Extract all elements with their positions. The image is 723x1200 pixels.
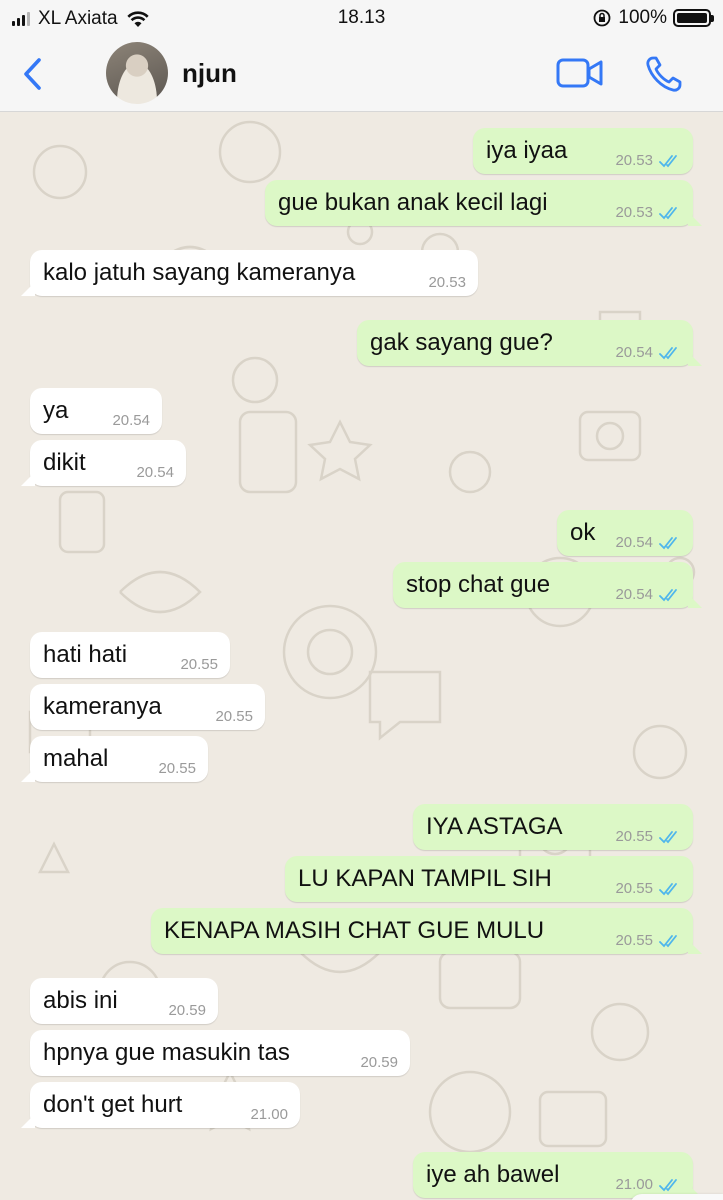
- message-time: 20.55: [158, 760, 196, 777]
- back-button[interactable]: [18, 54, 48, 94]
- message-time: 20.54: [112, 412, 150, 429]
- message-text: dikit: [43, 449, 86, 476]
- outgoing-message[interactable]: gak sayang gue? 20.54: [357, 320, 702, 366]
- message-text: ok: [570, 519, 596, 546]
- contact-name[interactable]: njun: [182, 58, 237, 89]
- outgoing-message[interactable]: IYA ASTAGA 20.55: [413, 804, 693, 850]
- battery-percent: 100%: [618, 7, 667, 28]
- read-ticks-icon: [659, 207, 677, 220]
- message-text: abis ini: [43, 987, 118, 1014]
- outgoing-message[interactable]: gue bukan anak kecil lagi 20.53: [265, 180, 702, 226]
- message-time: 20.54: [136, 464, 174, 481]
- incoming-message[interactable]: hati hati 20.55: [30, 632, 230, 678]
- message-time: 20.53: [615, 204, 653, 221]
- outgoing-message[interactable]: ok 20.54: [557, 510, 693, 556]
- status-right: 100%: [592, 7, 714, 29]
- incoming-message[interactable]: dikit 20.54: [21, 440, 186, 486]
- outgoing-message[interactable]: LU KAPAN TAMPIL SIH 20.55: [285, 856, 693, 902]
- read-ticks-icon: [659, 831, 677, 844]
- read-ticks-icon: [659, 935, 677, 948]
- message-text: iye ah bawel: [426, 1161, 560, 1188]
- outgoing-message[interactable]: iya iyaa 20.53: [473, 128, 693, 174]
- message-text: LU KAPAN TAMPIL SIH: [298, 865, 552, 892]
- message-time: 20.59: [360, 1054, 398, 1071]
- message-time: 20.54: [615, 586, 653, 603]
- chat-header: njun: [0, 36, 723, 112]
- message-text: iya iyaa: [486, 137, 568, 164]
- incoming-message[interactable]: kalo jatuh sayang kameranya 20.53: [21, 250, 478, 296]
- message-time: 20.55: [215, 708, 253, 725]
- message-time: 20.53: [428, 274, 466, 291]
- message-text: hpnya gue masukin tas: [43, 1039, 290, 1066]
- message-text: ya: [43, 397, 69, 424]
- message-text: KENAPA MASIH CHAT GUE MULU: [164, 917, 545, 944]
- message-time: 20.53: [615, 152, 653, 169]
- message-time: 20.55: [615, 880, 653, 897]
- read-ticks-icon: [659, 589, 677, 602]
- message-text: stop chat gue: [406, 571, 551, 598]
- outgoing-message[interactable]: iye ah bawel 21.00: [413, 1152, 702, 1198]
- message-time: 20.54: [615, 344, 653, 361]
- outgoing-message[interactable]: stop chat gue 20.54: [393, 562, 702, 608]
- read-ticks-icon: [659, 883, 677, 896]
- read-ticks-icon: [659, 1179, 677, 1192]
- phone-icon[interactable]: [644, 54, 684, 94]
- incoming-message[interactable]: mahal 20.55: [21, 736, 208, 782]
- battery-icon: [673, 9, 714, 27]
- read-ticks-icon: [659, 537, 677, 550]
- message-time: 20.55: [615, 932, 653, 949]
- message-text: kalo jatuh sayang kameranya: [43, 259, 356, 286]
- status-bar: XL Axiata 18.13 100%: [0, 0, 723, 36]
- message-time: 20.54: [615, 534, 653, 551]
- scroll-down-button[interactable]: [630, 1194, 723, 1200]
- video-camera-icon[interactable]: [556, 56, 604, 90]
- message-text: gue bukan anak kecil lagi: [278, 189, 548, 216]
- incoming-message[interactable]: kameranya 20.55: [30, 684, 265, 730]
- read-ticks-icon: [659, 155, 677, 168]
- incoming-message[interactable]: abis ini 20.59: [30, 978, 218, 1024]
- message-text: IYA ASTAGA: [426, 813, 563, 840]
- message-text: don't get hurt: [43, 1091, 183, 1118]
- message-time: 20.55: [180, 656, 218, 673]
- avatar[interactable]: [106, 42, 168, 104]
- orientation-lock-icon: [593, 9, 611, 27]
- message-time: 20.55: [615, 828, 653, 845]
- incoming-message[interactable]: hpnya gue masukin tas 20.59: [30, 1030, 410, 1076]
- incoming-message[interactable]: don't get hurt 21.00: [21, 1082, 300, 1128]
- message-time: 20.59: [168, 1002, 206, 1019]
- message-time: 21.00: [250, 1106, 288, 1123]
- message-text: mahal: [43, 745, 109, 772]
- message-text: kameranya: [43, 693, 162, 720]
- chat-area[interactable]: iya iyaa 20.53 gue bukan anak kecil lagi 20…: [0, 112, 723, 1200]
- read-ticks-icon: [659, 347, 677, 360]
- message-text: gak sayang gue?: [370, 329, 553, 356]
- message-text: hati hati: [43, 641, 128, 668]
- incoming-message[interactable]: ya 20.54: [30, 388, 162, 434]
- outgoing-message[interactable]: KENAPA MASIH CHAT GUE MULU 20.55: [151, 908, 702, 954]
